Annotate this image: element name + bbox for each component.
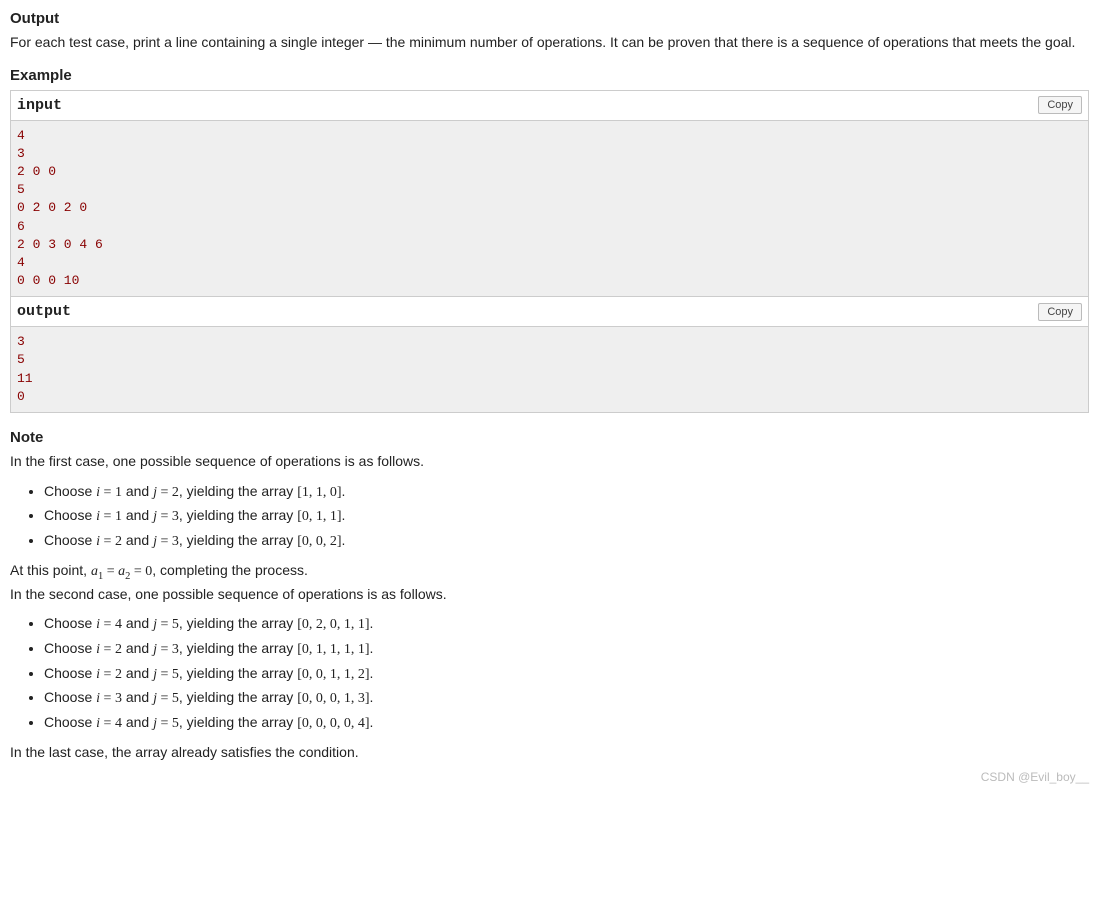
copy-output-button[interactable]: Copy bbox=[1038, 303, 1082, 321]
note-intro-1: In the first case, one possible sequence… bbox=[10, 452, 1089, 472]
array-value: [1, 1, 0] bbox=[297, 483, 341, 503]
example-heading: Example bbox=[10, 65, 1089, 86]
math-a1-eq-a2-eq-0: a1 = a2 = 0 bbox=[91, 564, 152, 579]
math-j-eq: j = 5 bbox=[153, 691, 179, 706]
math-j-eq: j = 5 bbox=[153, 716, 179, 731]
watermark: CSDN @Evil_boy__ bbox=[10, 769, 1089, 786]
math-j-eq: j = 2 bbox=[153, 485, 179, 500]
input-block: input Copy 4 3 2 0 0 5 0 2 0 2 0 6 2 0 3… bbox=[10, 90, 1089, 298]
note-intro-2: In the second case, one possible sequenc… bbox=[10, 586, 447, 602]
array-value: [0, 1, 1, 1, 1] bbox=[297, 640, 369, 660]
array-value: [0, 1, 1] bbox=[297, 507, 341, 527]
math-i-eq: i = 1 bbox=[96, 509, 122, 524]
input-content: 4 3 2 0 0 5 0 2 0 2 0 6 2 0 3 0 4 6 4 0 … bbox=[11, 121, 1088, 297]
math-i-eq: i = 1 bbox=[96, 485, 122, 500]
array-value: [0, 0, 0, 1, 3] bbox=[297, 689, 369, 709]
note-last: In the last case, the array already sati… bbox=[10, 743, 1089, 763]
math-i-eq: i = 2 bbox=[96, 534, 122, 549]
math-j-eq: j = 5 bbox=[153, 617, 179, 632]
array-value: [0, 0, 1, 1, 2] bbox=[297, 665, 369, 685]
operation-item: Choose i = 1 and j = 3, yielding the arr… bbox=[44, 506, 1089, 527]
math-i-eq: i = 3 bbox=[96, 691, 122, 706]
copy-input-button[interactable]: Copy bbox=[1038, 96, 1082, 114]
operation-item: Choose i = 3 and j = 5, yielding the arr… bbox=[44, 688, 1089, 709]
array-value: [0, 2, 0, 1, 1] bbox=[297, 615, 369, 635]
input-header: input Copy bbox=[11, 91, 1088, 121]
output-header: output Copy bbox=[11, 297, 1088, 327]
note-after-1: At this point, a1 = a2 = 0, completing t… bbox=[10, 561, 1089, 604]
operation-item: Choose i = 4 and j = 5, yielding the arr… bbox=[44, 614, 1089, 635]
case2-list: Choose i = 4 and j = 5, yielding the arr… bbox=[44, 614, 1089, 733]
operation-item: Choose i = 2 and j = 5, yielding the arr… bbox=[44, 664, 1089, 685]
array-value: [0, 0, 0, 0, 4] bbox=[297, 714, 369, 734]
operation-item: Choose i = 2 and j = 3, yielding the arr… bbox=[44, 639, 1089, 660]
output-content: 3 5 11 0 bbox=[11, 327, 1088, 412]
math-j-eq: j = 3 bbox=[153, 534, 179, 549]
math-j-eq: j = 3 bbox=[153, 509, 179, 524]
note-heading: Note bbox=[10, 427, 1089, 448]
operation-item: Choose i = 4 and j = 5, yielding the arr… bbox=[44, 713, 1089, 734]
text-fragment: , completing the process. bbox=[152, 562, 308, 578]
text-fragment: At this point, bbox=[10, 562, 91, 578]
output-description: For each test case, print a line contain… bbox=[10, 33, 1089, 53]
output-block: output Copy 3 5 11 0 bbox=[10, 297, 1089, 413]
math-i-eq: i = 4 bbox=[96, 716, 122, 731]
input-label: input bbox=[17, 95, 62, 116]
math-i-eq: i = 2 bbox=[96, 667, 122, 682]
array-value: [0, 0, 2] bbox=[297, 532, 341, 552]
output-label: output bbox=[17, 301, 71, 322]
math-i-eq: i = 2 bbox=[96, 642, 122, 657]
case1-list: Choose i = 1 and j = 2, yielding the arr… bbox=[44, 482, 1089, 552]
note-body: In the first case, one possible sequence… bbox=[10, 452, 1089, 763]
math-j-eq: j = 5 bbox=[153, 667, 179, 682]
math-i-eq: i = 4 bbox=[96, 617, 122, 632]
operation-item: Choose i = 2 and j = 3, yielding the arr… bbox=[44, 531, 1089, 552]
operation-item: Choose i = 1 and j = 2, yielding the arr… bbox=[44, 482, 1089, 503]
output-heading: Output bbox=[10, 8, 1089, 29]
math-j-eq: j = 3 bbox=[153, 642, 179, 657]
